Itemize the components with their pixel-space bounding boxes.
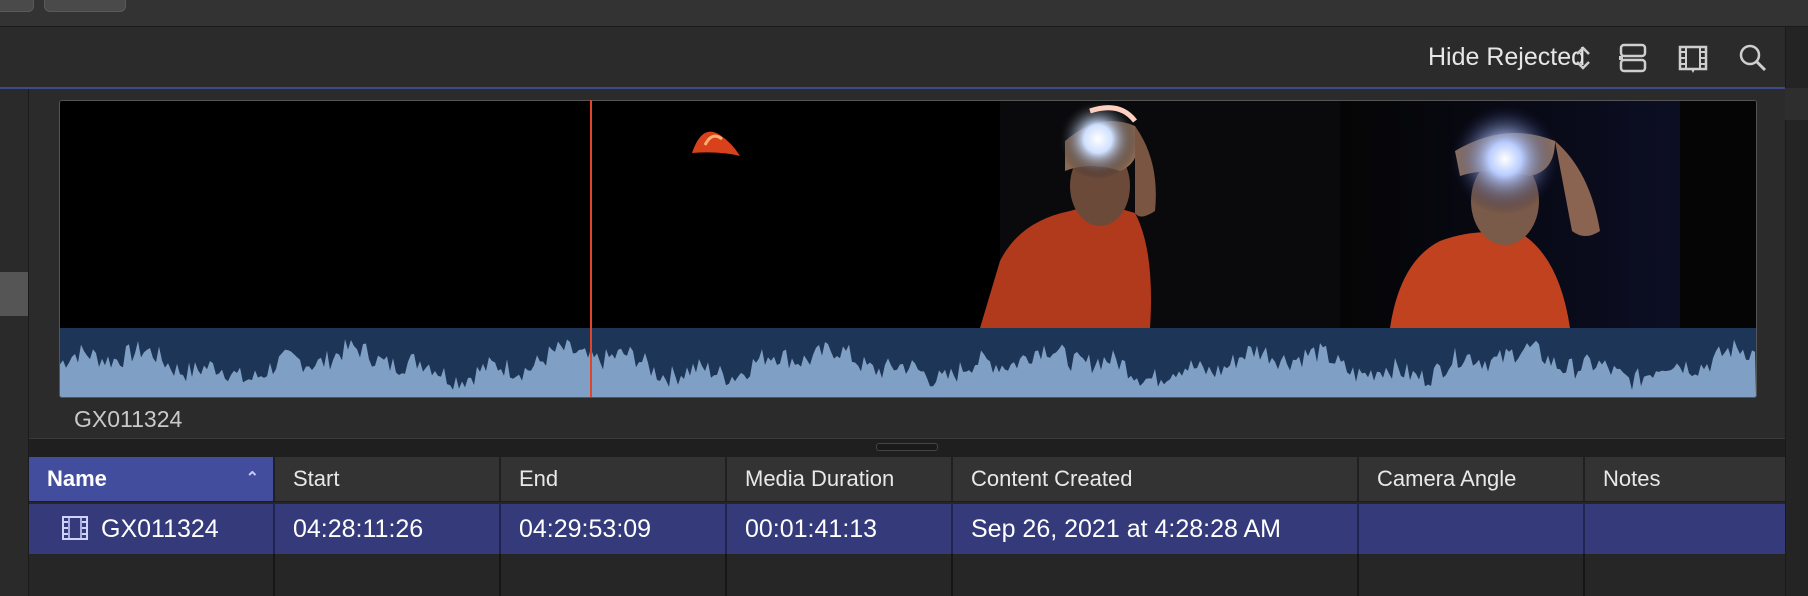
cell-start: 04:28:11:26	[275, 504, 501, 554]
column-label: Start	[293, 466, 340, 491]
sort-ascending-icon: ⌃	[245, 470, 259, 487]
empty-list-row	[29, 554, 1785, 596]
column-header-start[interactable]: Start	[275, 457, 501, 501]
column-header-end[interactable]: End	[501, 457, 727, 501]
filmstrip-icon[interactable]	[1675, 40, 1711, 76]
column-header-name[interactable]: Name ⌃	[29, 457, 275, 501]
clip-filmstrip[interactable]	[59, 100, 1757, 398]
cell-camera-angle	[1359, 504, 1585, 554]
filter-label: Hide Rejected	[1427, 43, 1585, 71]
column-header-camera-angle[interactable]: Camera Angle	[1359, 457, 1585, 501]
video-thumbnails	[60, 101, 1756, 328]
right-panel-tab	[1785, 88, 1808, 120]
cell-content-created: Sep 26, 2021 at 4:28:28 AM	[953, 504, 1359, 554]
cell-notes	[1585, 504, 1785, 554]
audio-waveform	[60, 328, 1756, 397]
cell-end: 04:29:53:09	[501, 504, 727, 554]
clip-name-label: GX011324	[74, 406, 183, 432]
window-toolbar-button[interactable]	[44, 0, 126, 12]
column-header-notes[interactable]: Notes	[1585, 457, 1785, 501]
column-header-content-created[interactable]: Content Created	[953, 457, 1359, 501]
column-label: Notes	[1603, 466, 1661, 491]
column-label: Media Duration	[745, 466, 895, 491]
window-top-strip	[0, 0, 1808, 27]
table-row[interactable]: GX011324 04:28:11:26 04:29:53:09 00:01:4…	[29, 504, 1785, 554]
cell-text: GX011324	[101, 515, 219, 543]
skimmer-playhead[interactable]	[590, 100, 592, 397]
column-label: Camera Angle	[1377, 466, 1517, 491]
film-clip-icon	[62, 516, 88, 541]
hide-rejected-dropdown[interactable]: Hide Rejected	[1428, 43, 1585, 72]
clip-appearance-icon[interactable]	[1615, 40, 1651, 76]
window-control-button[interactable]	[0, 0, 34, 12]
column-label: Content Created	[971, 466, 1133, 491]
left-sidebar-edge	[0, 89, 29, 596]
column-label: Name	[47, 466, 107, 491]
sidebar-scroll-handle[interactable]	[0, 272, 28, 316]
search-icon[interactable]	[1735, 40, 1771, 76]
cell-name: GX011324	[29, 504, 275, 554]
list-header-row: Name ⌃ Start End Media Duration Content …	[29, 457, 1785, 502]
column-label: End	[519, 466, 559, 491]
splitter-grip[interactable]	[876, 443, 938, 451]
cell-media-duration: 00:01:41:13	[727, 504, 953, 554]
chevron-updown-icon[interactable]	[1569, 40, 1597, 76]
column-header-media-duration[interactable]: Media Duration	[727, 457, 953, 501]
